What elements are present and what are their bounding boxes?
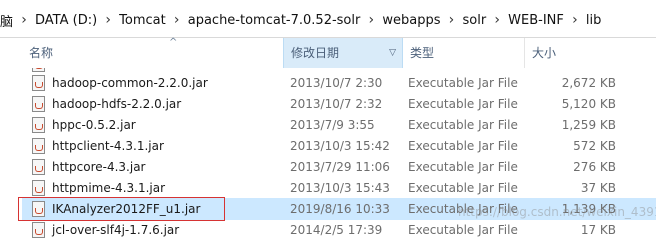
file-type: Executable Jar File [408,97,518,111]
column-header-date[interactable]: 修改日期 ▽ [283,38,403,68]
file-name: hadoop-common-2.2.0.jar [52,76,208,90]
file-date: 2013/10/7 2:32 [290,97,383,111]
breadcrumb-item[interactable]: DATA (D:) [31,13,101,28]
file-date: 2014/2/5 17:39 [290,223,383,237]
breadcrumb-separator-icon[interactable] [444,12,458,28]
file-size: 17 KB [580,223,616,237]
file-type: Executable Jar File [408,76,518,90]
file-name: httpmime-4.3.1.jar [52,181,166,195]
jar-file-icon [32,75,45,91]
column-header-size[interactable]: 大小 [525,38,656,68]
breadcrumb-item[interactable]: WEB-INF [504,13,568,28]
file-type: Executable Jar File [408,139,518,153]
jar-file-icon [32,117,45,133]
file-size: 1,259 KB [561,118,616,132]
breadcrumb-separator-icon[interactable] [101,12,115,28]
jar-file-icon [32,201,45,217]
file-type: Executable Jar File [408,181,518,195]
breadcrumb-separator-icon[interactable] [17,12,31,28]
file-date: 2019/8/16 10:33 [290,202,390,216]
file-row[interactable]: jcl-over-slf4j-1.7.6.jar 2014/2/5 17:39 … [22,219,656,241]
jar-file-icon [32,138,45,154]
breadcrumb-separator-icon[interactable] [568,12,582,28]
column-header-date-label: 修改日期 [291,46,340,60]
chevron-down-icon[interactable]: ▽ [389,38,396,68]
file-name: jcl-over-slf4j-1.7.6.jar [52,223,180,237]
file-name: httpcore-4.3.jar [52,160,146,174]
file-name: hadoop-hdfs-2.2.0.jar [52,97,182,111]
file-date: 2013/10/7 2:30 [290,76,383,90]
file-name: IKAnalyzer2012FF_u1.jar [52,202,201,216]
file-row[interactable]: httpmime-4.3.1.jar 2013/10/3 15:43 Execu… [22,177,656,199]
breadcrumb-item[interactable]: 脑 [0,11,17,30]
file-date: 2013/7/9 3:55 [290,118,375,132]
file-size: 37 KB [580,181,616,195]
file-row[interactable]: httpcore-4.3.jar 2013/7/29 11:06 Executa… [22,156,656,178]
breadcrumb-item-current[interactable]: lib [582,13,605,28]
file-size: 276 KB [573,160,616,174]
breadcrumb-item[interactable]: apache-tomcat-7.0.52-solr [184,13,365,28]
file-type: Executable Jar File [408,160,518,174]
file-name: hppc-0.5.2.jar [52,118,136,132]
address-bar[interactable]: 脑 DATA (D:) Tomcat apache-tomcat-7.0.52-… [0,0,656,38]
file-name: httpclient-4.3.1.jar [52,139,164,153]
column-header-row: 名称 ^ 修改日期 ▽ 类型 大小 [0,37,656,68]
breadcrumb-separator-icon[interactable] [490,12,504,28]
file-date: 2013/10/3 15:43 [290,181,390,195]
file-row[interactable]: httpclient-4.3.1.jar 2013/10/3 15:42 Exe… [22,135,656,157]
breadcrumb-item[interactable]: solr [458,13,490,28]
file-row[interactable]: hadoop-common-2.2.0.jar 2013/10/7 2:30 E… [22,72,656,94]
file-size: 1,139 KB [561,202,616,216]
column-header-type-label: 类型 [410,46,435,60]
file-date: 2013/10/3 15:42 [290,139,390,153]
breadcrumb-item[interactable]: Tomcat [115,13,170,28]
file-type: Executable Jar File [408,202,518,216]
jar-file-icon [32,222,45,238]
sort-up-icon: ^ [169,37,178,48]
file-list: hadoop-common-2.2.0.jar 2013/10/7 2:30 E… [0,68,656,240]
column-header-name-label: 名称 [29,46,54,60]
file-type: Executable Jar File [408,118,518,132]
breadcrumb-separator-icon[interactable] [364,12,378,28]
file-type: Executable Jar File [408,223,518,237]
jar-file-icon [32,180,45,196]
file-row-selected[interactable]: IKAnalyzer2012FF_u1.jar 2019/8/16 10:33 … [18,197,656,221]
jar-file-icon [32,96,45,112]
file-size: 2,672 KB [561,76,616,90]
file-size: 5,120 KB [561,97,616,111]
breadcrumb: 脑 DATA (D:) Tomcat apache-tomcat-7.0.52-… [0,11,605,30]
jar-file-icon [32,159,45,175]
column-header-type[interactable]: 类型 [403,38,525,68]
column-header-size-label: 大小 [532,46,557,60]
file-row[interactable]: hppc-0.5.2.jar 2013/7/9 3:55 Executable … [22,114,656,136]
breadcrumb-separator-icon[interactable] [170,12,184,28]
file-size: 572 KB [573,139,616,153]
breadcrumb-item[interactable]: webapps [378,13,444,28]
file-row[interactable]: hadoop-hdfs-2.2.0.jar 2013/10/7 2:32 Exe… [22,93,656,115]
column-header-name[interactable]: 名称 ^ [22,37,282,68]
file-date: 2013/7/29 11:06 [290,160,390,174]
